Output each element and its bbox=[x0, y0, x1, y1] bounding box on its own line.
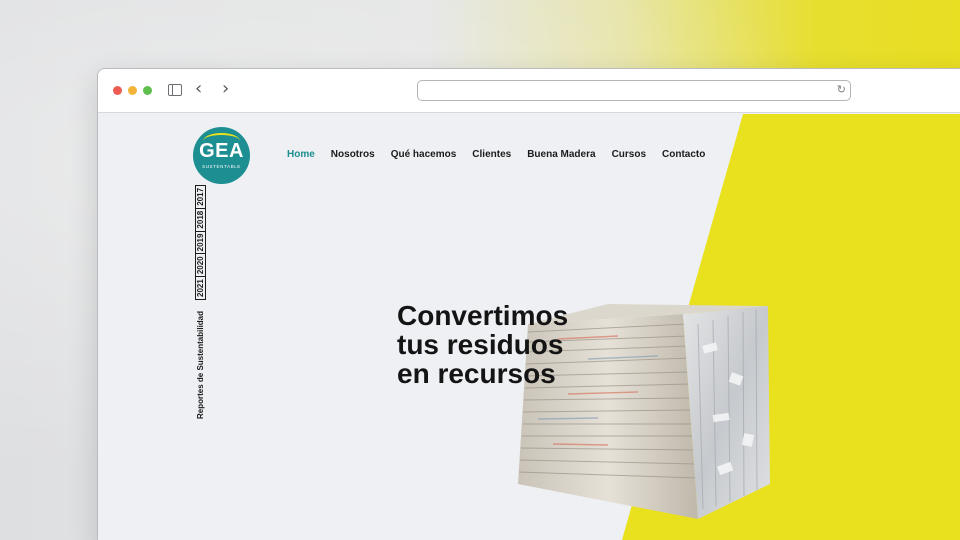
address-bar[interactable]: ↻ bbox=[417, 80, 851, 101]
logo-text: GEA bbox=[199, 140, 244, 162]
logo-subtext: SUSTENTABLE bbox=[202, 164, 241, 169]
nav-item-clientes[interactable]: Clientes bbox=[472, 149, 511, 160]
hero-line-2: tus residuos bbox=[397, 329, 564, 360]
back-arrow-icon[interactable]: ‹ bbox=[195, 80, 202, 98]
gea-logo[interactable]: GEA SUSTENTABLE bbox=[193, 127, 250, 184]
nav-item-cursos[interactable]: Cursos bbox=[612, 149, 646, 160]
nav-item-que-hacemos[interactable]: Qué hacemos bbox=[391, 149, 457, 160]
nav-item-home[interactable]: Home bbox=[287, 149, 315, 160]
reload-icon[interactable]: ↻ bbox=[837, 83, 846, 96]
forward-arrow-icon[interactable]: › bbox=[222, 80, 229, 98]
report-year-2020[interactable]: 2020 bbox=[195, 253, 206, 278]
page-viewport: GEA SUSTENTABLE Home Nosotros Qué hacemo… bbox=[98, 114, 960, 540]
report-year-2019[interactable]: 2019 bbox=[195, 230, 206, 255]
main-nav: Home Nosotros Qué hacemos Clientes Buena… bbox=[287, 149, 705, 160]
report-year-2017[interactable]: 2017 bbox=[195, 184, 206, 209]
report-year-2021[interactable]: 2021 bbox=[195, 276, 206, 300]
report-year-2018[interactable]: 2018 bbox=[195, 207, 206, 232]
sustainability-reports: Reportes de Sustentabilidad 2021 2020 20… bbox=[195, 184, 206, 419]
hero-line-1: Convertimos bbox=[397, 300, 569, 331]
browser-toolbar: ‹ › ↻ bbox=[98, 69, 960, 113]
nav-item-contacto[interactable]: Contacto bbox=[662, 149, 705, 160]
minimize-window-button[interactable] bbox=[128, 86, 137, 95]
sidebar-toggle-icon[interactable] bbox=[168, 84, 182, 96]
maximize-window-button[interactable] bbox=[143, 86, 152, 95]
hero-title: Convertimos tus residuos en recursos bbox=[397, 301, 568, 388]
nav-item-buena-madera[interactable]: Buena Madera bbox=[527, 149, 595, 160]
nav-item-nosotros[interactable]: Nosotros bbox=[331, 149, 375, 160]
browser-window: ‹ › ↻ GEA SUSTENTABLE Home Nosotros Qué … bbox=[97, 68, 960, 540]
close-window-button[interactable] bbox=[113, 86, 122, 95]
reports-label: Reportes de Sustentabilidad bbox=[196, 310, 205, 419]
hero-line-3: en recursos bbox=[397, 358, 556, 389]
